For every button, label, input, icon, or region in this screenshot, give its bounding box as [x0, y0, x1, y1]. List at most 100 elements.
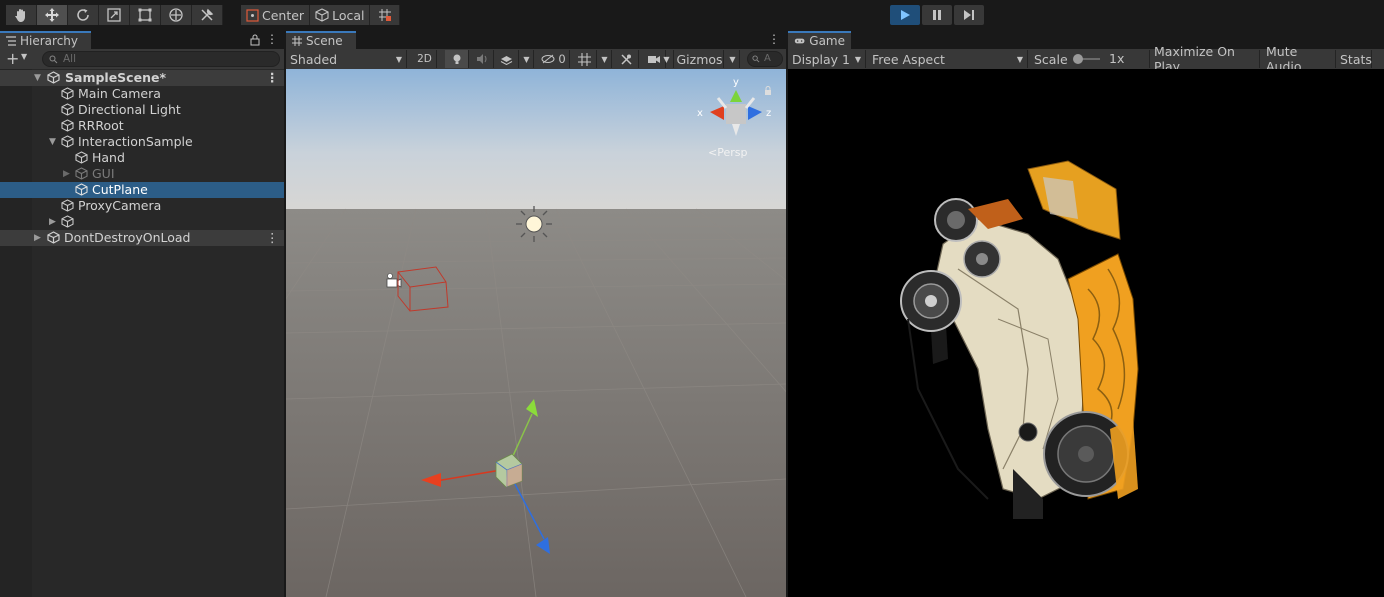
add-dropdown-icon[interactable]: ▼ — [21, 52, 27, 61]
local-cube-icon — [315, 8, 329, 22]
tool-group — [6, 5, 223, 25]
orientation-gizmo[interactable]: y x z <Persp — [696, 74, 776, 184]
hierarchy-search-input[interactable]: All — [42, 51, 280, 67]
scene-row[interactable]: ▼ SampleScene* ⋮ — [0, 70, 284, 86]
scene-viewport[interactable]: y x z <Persp — [286, 69, 786, 597]
search-icon — [49, 55, 58, 64]
scene-menu-icon[interactable]: ⋮ — [768, 32, 780, 48]
hierarchy-item[interactable]: Directional Light — [0, 102, 284, 118]
game-toolbar: Display 1 ▼ Free Aspect ▼ Scale 1x Maxim… — [788, 44, 1384, 74]
projection-label[interactable]: <Persp — [708, 146, 747, 159]
pivot-center-icon — [246, 8, 259, 22]
tab-hierarchy[interactable]: Hierarchy — [0, 31, 91, 49]
engine-render — [900, 160, 1139, 519]
hidden-objects-button[interactable]: 0 — [538, 50, 570, 68]
2d-toggle-button[interactable]: 2D — [413, 50, 437, 68]
chevron-down-icon: ▼ — [395, 54, 402, 64]
scale-tool-button[interactable] — [99, 5, 130, 25]
axis-x-label: x — [697, 108, 703, 119]
hierarchy-item-label: InteractionSample — [78, 134, 193, 149]
hierarchy-item[interactable]: ▼ InteractionSample — [0, 134, 284, 150]
maximize-on-play-button[interactable]: Maximize On Play — [1150, 44, 1260, 74]
hierarchy-item-label: Main Camera — [78, 86, 161, 101]
pivot-mode-button[interactable]: Center — [241, 5, 311, 25]
2d-label: 2D — [417, 53, 432, 65]
axis-z-label: z — [766, 108, 772, 119]
hierarchy-item[interactable]: ▶ — [0, 214, 284, 230]
speaker-icon — [476, 54, 486, 64]
hierarchy-item-label: GUI — [92, 166, 115, 181]
play-icon — [901, 10, 910, 20]
hand-tool-button[interactable] — [6, 5, 37, 25]
shading-mode-dropdown[interactable]: Shaded ▼ — [286, 50, 407, 68]
pause-icon — [933, 10, 941, 20]
add-icon[interactable]: + — [6, 50, 19, 68]
scale-thumb[interactable] — [1073, 54, 1083, 64]
camera-icon — [647, 55, 660, 63]
play-button[interactable] — [890, 5, 920, 25]
display-dropdown[interactable]: Display 1 ▼ — [788, 50, 866, 68]
gameobject-cube-icon — [61, 135, 74, 148]
scene-search-input[interactable]: A — [747, 51, 783, 67]
lock-icon[interactable] — [250, 34, 260, 46]
camera-dropdown-icon[interactable]: ▼ — [660, 50, 674, 68]
aspect-dropdown[interactable]: Free Aspect ▼ — [868, 50, 1028, 68]
pivot-group: Center Local — [241, 5, 401, 25]
hierarchy-item[interactable]: ▶ GUI — [0, 166, 284, 182]
dontdestroy-row[interactable]: ▶ DontDestroyOnLoad ⋮ — [0, 230, 284, 246]
scene-panel: Scene ⋮ Shaded ▼ 2D ▼ 0 ▼ ▼ Gizmos ▼ A y… — [286, 31, 786, 597]
hierarchy-item[interactable]: Hand — [0, 150, 284, 166]
effects-dropdown-icon[interactable]: ▼ — [520, 50, 534, 68]
game-panel: Game Display 1 ▼ Free Aspect ▼ Scale 1x … — [788, 31, 1384, 597]
scale-slider[interactable]: Scale 1x — [1030, 50, 1150, 68]
chevron-down-icon: ▼ — [1016, 54, 1023, 64]
gizmos-button[interactable]: Gizmos — [676, 50, 724, 68]
sun-icon[interactable] — [516, 206, 552, 242]
expand-arrow-icon[interactable]: ▼ — [34, 70, 41, 86]
transform-tool-button[interactable] — [161, 5, 192, 25]
step-button[interactable] — [954, 5, 984, 25]
scene-menu-icon[interactable]: ⋮ — [266, 70, 279, 86]
tab-scene[interactable]: Scene — [286, 31, 356, 49]
tab-game[interactable]: Game — [788, 31, 851, 49]
axis-y-label: y — [733, 77, 739, 88]
persp-text: Persp — [717, 146, 748, 159]
mute-audio-button[interactable]: Mute Audio — [1262, 44, 1336, 74]
hierarchy-item-selected[interactable]: CutPlane — [0, 182, 284, 198]
stats-button[interactable]: Stats — [1336, 50, 1372, 68]
custom-tool-button[interactable] — [192, 5, 223, 25]
collapse-arrow-icon[interactable]: ▶ — [34, 230, 41, 246]
audio-toggle-button[interactable] — [470, 50, 494, 68]
game-viewport[interactable] — [788, 69, 1384, 597]
scene-tools-button[interactable] — [615, 50, 639, 68]
rotate-tool-button[interactable] — [68, 5, 99, 25]
collapse-arrow-icon[interactable]: ▶ — [63, 166, 70, 182]
lighting-toggle-button[interactable] — [445, 50, 469, 68]
grid-dropdown-icon[interactable]: ▼ — [598, 50, 612, 68]
gizmo-lock-icon[interactable] — [764, 86, 772, 95]
gizmos-overflow-button[interactable] — [1373, 50, 1384, 68]
move-tool-button[interactable] — [37, 5, 68, 25]
main-toolbar: Center Local — [0, 0, 1384, 30]
engine-model — [900, 160, 1139, 519]
hierarchy-item[interactable]: Main Camera — [0, 86, 284, 102]
expand-arrow-icon[interactable]: ▼ — [49, 134, 56, 150]
stats-label: Stats — [1340, 51, 1372, 67]
pivot-space-button[interactable]: Local — [310, 5, 371, 25]
effects-toggle-button[interactable] — [495, 50, 519, 68]
step-icon — [964, 10, 974, 20]
dontdestroy-menu-icon[interactable]: ⋮ — [266, 230, 279, 246]
grid-snap-button[interactable] — [370, 5, 401, 25]
hierarchy-item[interactable]: ProxyCamera — [0, 198, 284, 214]
unity-scene-icon — [47, 71, 60, 84]
grid-toggle-button[interactable] — [573, 50, 597, 68]
collapse-arrow-icon[interactable]: ▶ — [49, 214, 56, 230]
gizmos-label: Gizmos — [676, 51, 723, 67]
hierarchy-item[interactable]: RRRoot — [0, 118, 284, 134]
hierarchy-item-label: Hand — [92, 150, 125, 165]
pause-button[interactable] — [922, 5, 952, 25]
rect-tool-button[interactable] — [130, 5, 161, 25]
hierarchy-panel: Hierarchy ⋮ + ▼ All ▼ SampleScene* ⋮ Mai… — [0, 31, 284, 597]
gizmos-dropdown-icon[interactable]: ▼ — [726, 50, 740, 68]
hierarchy-menu-icon[interactable]: ⋮ — [266, 32, 278, 48]
